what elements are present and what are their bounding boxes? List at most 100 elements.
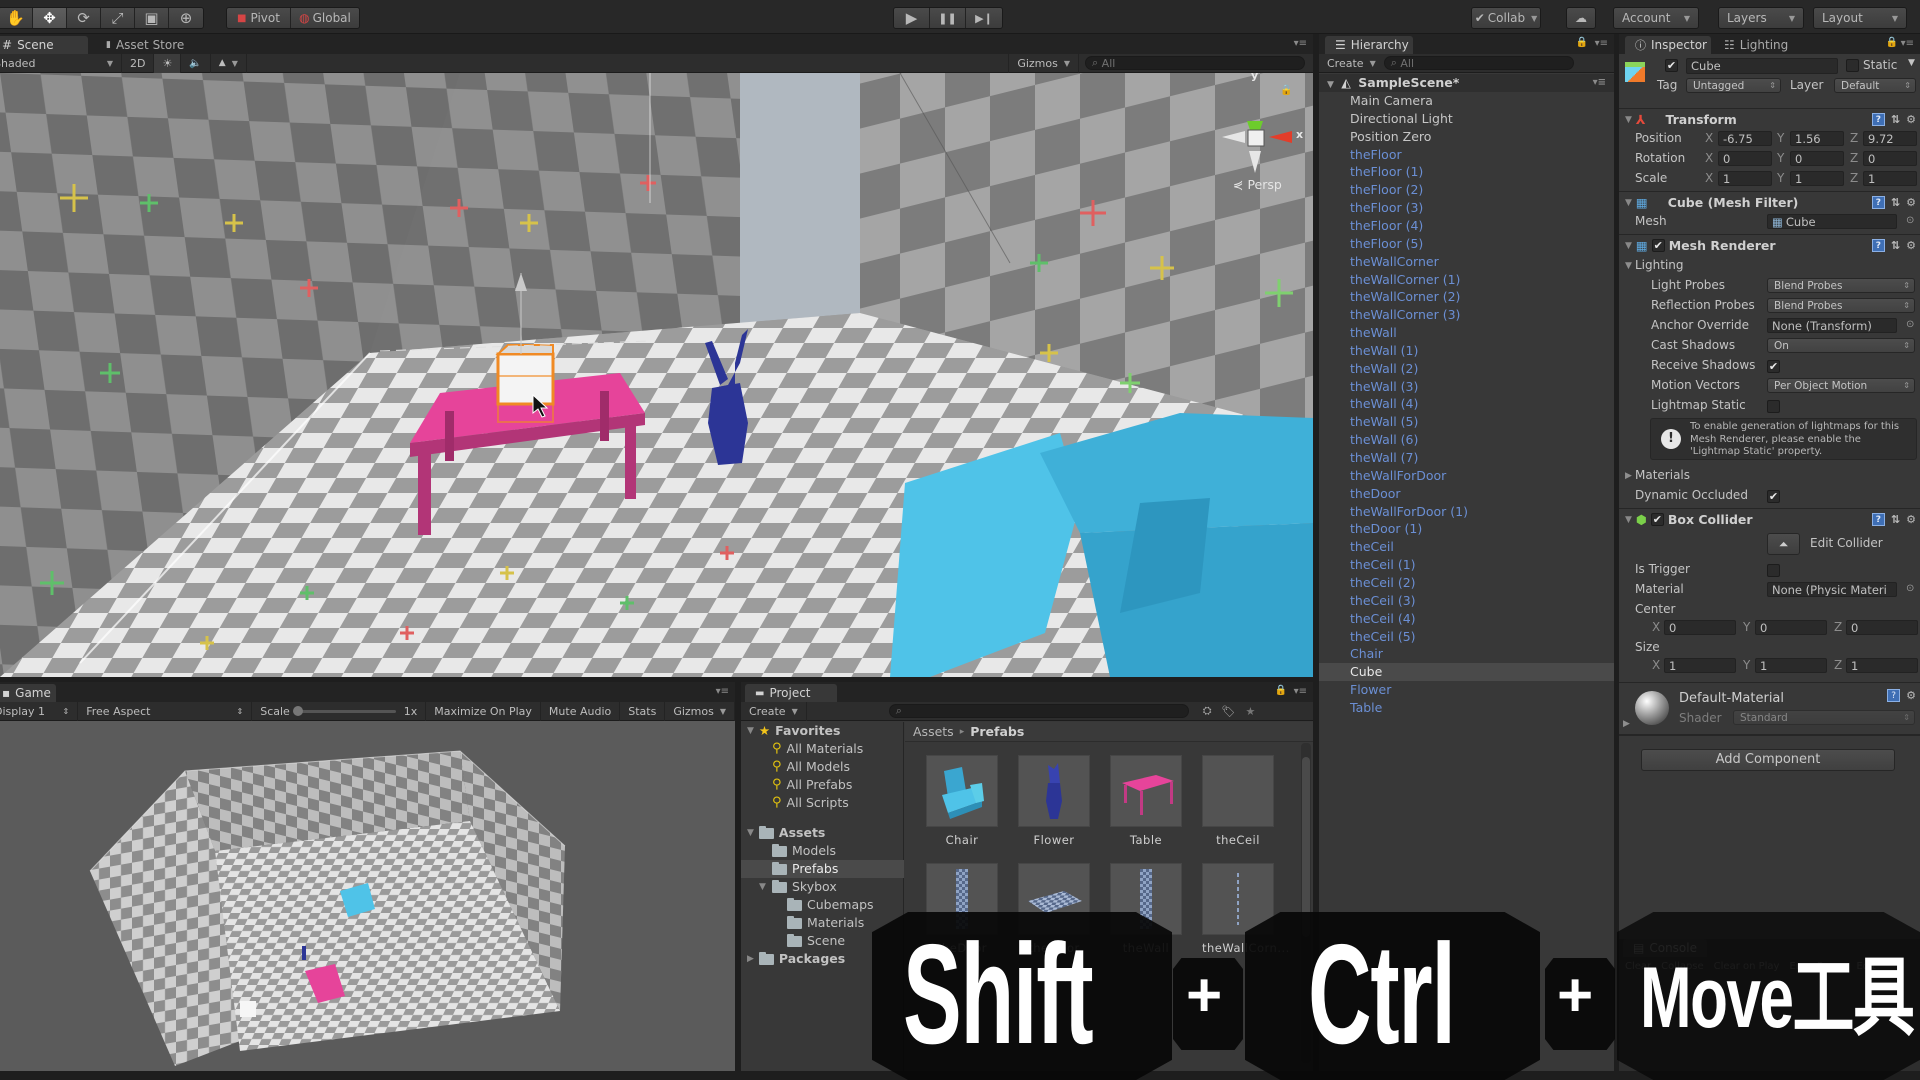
scale-x-field[interactable]: 1 bbox=[1718, 171, 1772, 186]
asset-tile-flower[interactable]: Flower bbox=[1018, 755, 1090, 847]
mesh-renderer-header[interactable]: ▼ ▦ ✔ Mesh Renderer ? ⇅ ⚙ bbox=[1619, 234, 1920, 256]
scale-slider-thumb[interactable] bbox=[292, 705, 303, 716]
tab-scene[interactable]: # Scene bbox=[0, 36, 88, 54]
hierarchy-item[interactable]: theWall (5) bbox=[1319, 413, 1614, 431]
draw-mode-dropdown[interactable]: Shaded ▼ bbox=[0, 53, 122, 73]
hierarchy-item[interactable]: Flower bbox=[1319, 681, 1614, 699]
layer-dropdown[interactable]: Default bbox=[1834, 78, 1916, 93]
center-x-field[interactable]: 0 bbox=[1664, 620, 1736, 635]
material-section[interactable]: ▶ Default-Material Shader Standard ?⚙ bbox=[1619, 682, 1920, 736]
transform-header[interactable]: ▼ ⅄ Transform ? ⇅ ⚙ bbox=[1619, 108, 1920, 130]
hierarchy-item[interactable]: theWallCorner bbox=[1319, 253, 1614, 271]
materials-foldout-icon[interactable]: ▶ bbox=[1625, 471, 1632, 481]
hierarchy-item[interactable]: theWall bbox=[1319, 324, 1614, 342]
tab-hierarchy[interactable]: ☰ Hierarchy bbox=[1325, 36, 1413, 54]
rotation-x-field[interactable]: 0 bbox=[1718, 151, 1772, 166]
gizmos-dropdown[interactable]: Gizmos ▼ bbox=[1008, 53, 1079, 73]
gear-icon[interactable]: ⚙ bbox=[1906, 196, 1916, 209]
mesh-filter-header[interactable]: ▼ ▦ Cube (Mesh Filter) ? ⇅ ⚙ bbox=[1619, 191, 1920, 213]
folder-item[interactable]: ▼ Skybox bbox=[741, 878, 904, 896]
move-tool-button[interactable]: ✥ bbox=[33, 8, 67, 28]
layers-dropdown[interactable]: Layers ▼ bbox=[1719, 8, 1803, 28]
display-dropdown[interactable]: Display 1 ⇕ bbox=[0, 701, 79, 721]
hierarchy-item[interactable]: Position Zero bbox=[1319, 128, 1614, 146]
box-collider-enabled-checkbox[interactable]: ✔ bbox=[1650, 513, 1664, 526]
filter-by-type-icon[interactable]: ⛭ bbox=[1203, 704, 1212, 718]
hierarchy-item[interactable]: theCeil (1) bbox=[1319, 556, 1614, 574]
size-x-field[interactable]: 1 bbox=[1664, 658, 1736, 673]
dynamic-occluded-checkbox[interactable]: ✔ bbox=[1767, 490, 1780, 503]
position-y-field[interactable]: 1.56 bbox=[1790, 131, 1844, 146]
foldout-arrow-icon[interactable]: ▼ bbox=[1625, 115, 1632, 125]
favorite-item[interactable]: ⚲ All Materials bbox=[741, 740, 904, 758]
hierarchy-item[interactable]: theWall (2) bbox=[1319, 360, 1614, 378]
play-button[interactable]: ▶ bbox=[894, 8, 930, 28]
filter-by-label-icon[interactable]: 🏷 bbox=[1222, 705, 1236, 718]
hierarchy-item[interactable]: theWallForDoor (1) bbox=[1319, 503, 1614, 521]
motion-vectors-dropdown[interactable]: Per Object Motion bbox=[1767, 378, 1915, 393]
step-button[interactable]: ▶❙ bbox=[966, 8, 1002, 28]
collider-material-field[interactable]: None (Physic Materi bbox=[1767, 582, 1897, 597]
folder-item[interactable]: Cubemaps bbox=[741, 896, 904, 914]
help-icon[interactable]: ? bbox=[1871, 196, 1885, 209]
center-y-field[interactable]: 0 bbox=[1755, 620, 1827, 635]
tag-dropdown[interactable]: Untagged bbox=[1686, 78, 1781, 93]
lock-icon[interactable]: 🔒 bbox=[1886, 37, 1898, 48]
hierarchy-item[interactable]: Directional Light bbox=[1319, 110, 1614, 128]
gizmo-lock-icon[interactable]: 🔒 bbox=[1280, 85, 1292, 96]
tab-game[interactable]: ▪ Game bbox=[0, 684, 56, 702]
expand-arrow-icon[interactable]: ▼ bbox=[759, 878, 766, 896]
folder-item[interactable]: Models bbox=[741, 842, 904, 860]
audio-toggle[interactable]: 🔈 bbox=[181, 53, 211, 73]
hierarchy-item[interactable]: theCeil (5) bbox=[1319, 628, 1614, 646]
shader-dropdown[interactable]: Standard bbox=[1733, 710, 1915, 725]
gear-icon[interactable]: ⚙ bbox=[1906, 113, 1916, 126]
scale-tool-button[interactable]: ⤢ bbox=[101, 8, 135, 28]
expand-arrow-icon[interactable]: ▼ bbox=[747, 722, 754, 740]
tab-asset-store[interactable]: ▮ Asset Store bbox=[96, 36, 194, 54]
hierarchy-item[interactable]: theFloor (5) bbox=[1319, 235, 1614, 253]
cloud-button[interactable]: ☁ bbox=[1567, 8, 1595, 28]
object-picker-icon[interactable]: ⊙ bbox=[1906, 583, 1914, 594]
scale-y-field[interactable]: 1 bbox=[1790, 171, 1844, 186]
hierarchy-item[interactable]: theWall (3) bbox=[1319, 378, 1614, 396]
hierarchy-item[interactable]: theFloor (1) bbox=[1319, 163, 1614, 181]
game-viewport[interactable] bbox=[0, 721, 735, 1071]
foldout-arrow-icon[interactable]: ▼ bbox=[1625, 241, 1632, 251]
hierarchy-item[interactable]: theWallCorner (2) bbox=[1319, 288, 1614, 306]
object-picker-icon[interactable]: ⊙ bbox=[1906, 319, 1914, 330]
preset-icon[interactable]: ⇅ bbox=[1891, 513, 1900, 526]
pivot-button[interactable]: ■ Pivot bbox=[227, 8, 291, 28]
collab-button[interactable]: ✔ Collab ▼ bbox=[1472, 8, 1540, 28]
hierarchy-item[interactable]: Cube bbox=[1319, 663, 1614, 682]
maximize-on-play-toggle[interactable]: Maximize On Play bbox=[426, 701, 541, 721]
scale-z-field[interactable]: 1 bbox=[1863, 171, 1917, 186]
hierarchy-item[interactable]: theFloor bbox=[1319, 146, 1614, 164]
preset-icon[interactable]: ⇅ bbox=[1891, 113, 1900, 126]
asset-tile-empty[interactable]: theCeil bbox=[1202, 755, 1274, 847]
global-button[interactable]: ◍ Global bbox=[291, 8, 359, 28]
cast-shadows-dropdown[interactable]: On bbox=[1767, 338, 1915, 353]
rect-tool-button[interactable]: ▣ bbox=[135, 8, 169, 28]
object-picker-icon[interactable]: ⊙ bbox=[1906, 215, 1914, 226]
account-dropdown[interactable]: Account ▼ bbox=[1614, 8, 1698, 28]
lighting-toggle[interactable]: ☀ bbox=[154, 53, 182, 73]
hierarchy-item[interactable]: theCeil (2) bbox=[1319, 574, 1614, 592]
aspect-dropdown[interactable]: Free Aspect ⇕ bbox=[78, 701, 253, 721]
scene-root-row[interactable]: ▼ ◭ SampleScene* ▾≡ bbox=[1319, 74, 1614, 92]
breadcrumb-assets[interactable]: Assets bbox=[913, 724, 954, 739]
panel-menu-icon[interactable]: ▾≡ bbox=[1294, 686, 1307, 697]
hierarchy-item[interactable]: theFloor (2) bbox=[1319, 181, 1614, 199]
hierarchy-item[interactable]: Chair bbox=[1319, 645, 1614, 663]
rotate-tool-button[interactable]: ⟳ bbox=[67, 8, 101, 28]
size-z-field[interactable]: 1 bbox=[1846, 658, 1918, 673]
panel-menu-icon[interactable]: ▾≡ bbox=[1294, 38, 1307, 49]
edit-collider-button[interactable]: ⏶ bbox=[1767, 533, 1800, 555]
hierarchy-item[interactable]: theDoor bbox=[1319, 485, 1614, 503]
hierarchy-item[interactable]: Table bbox=[1319, 699, 1614, 717]
scale-slider[interactable] bbox=[292, 705, 396, 716]
hierarchy-item[interactable]: theWall (7) bbox=[1319, 449, 1614, 467]
help-icon[interactable]: ? bbox=[1871, 239, 1885, 252]
pause-button[interactable]: ❚❚ bbox=[930, 8, 966, 28]
preset-icon[interactable]: ⇅ bbox=[1891, 239, 1900, 252]
